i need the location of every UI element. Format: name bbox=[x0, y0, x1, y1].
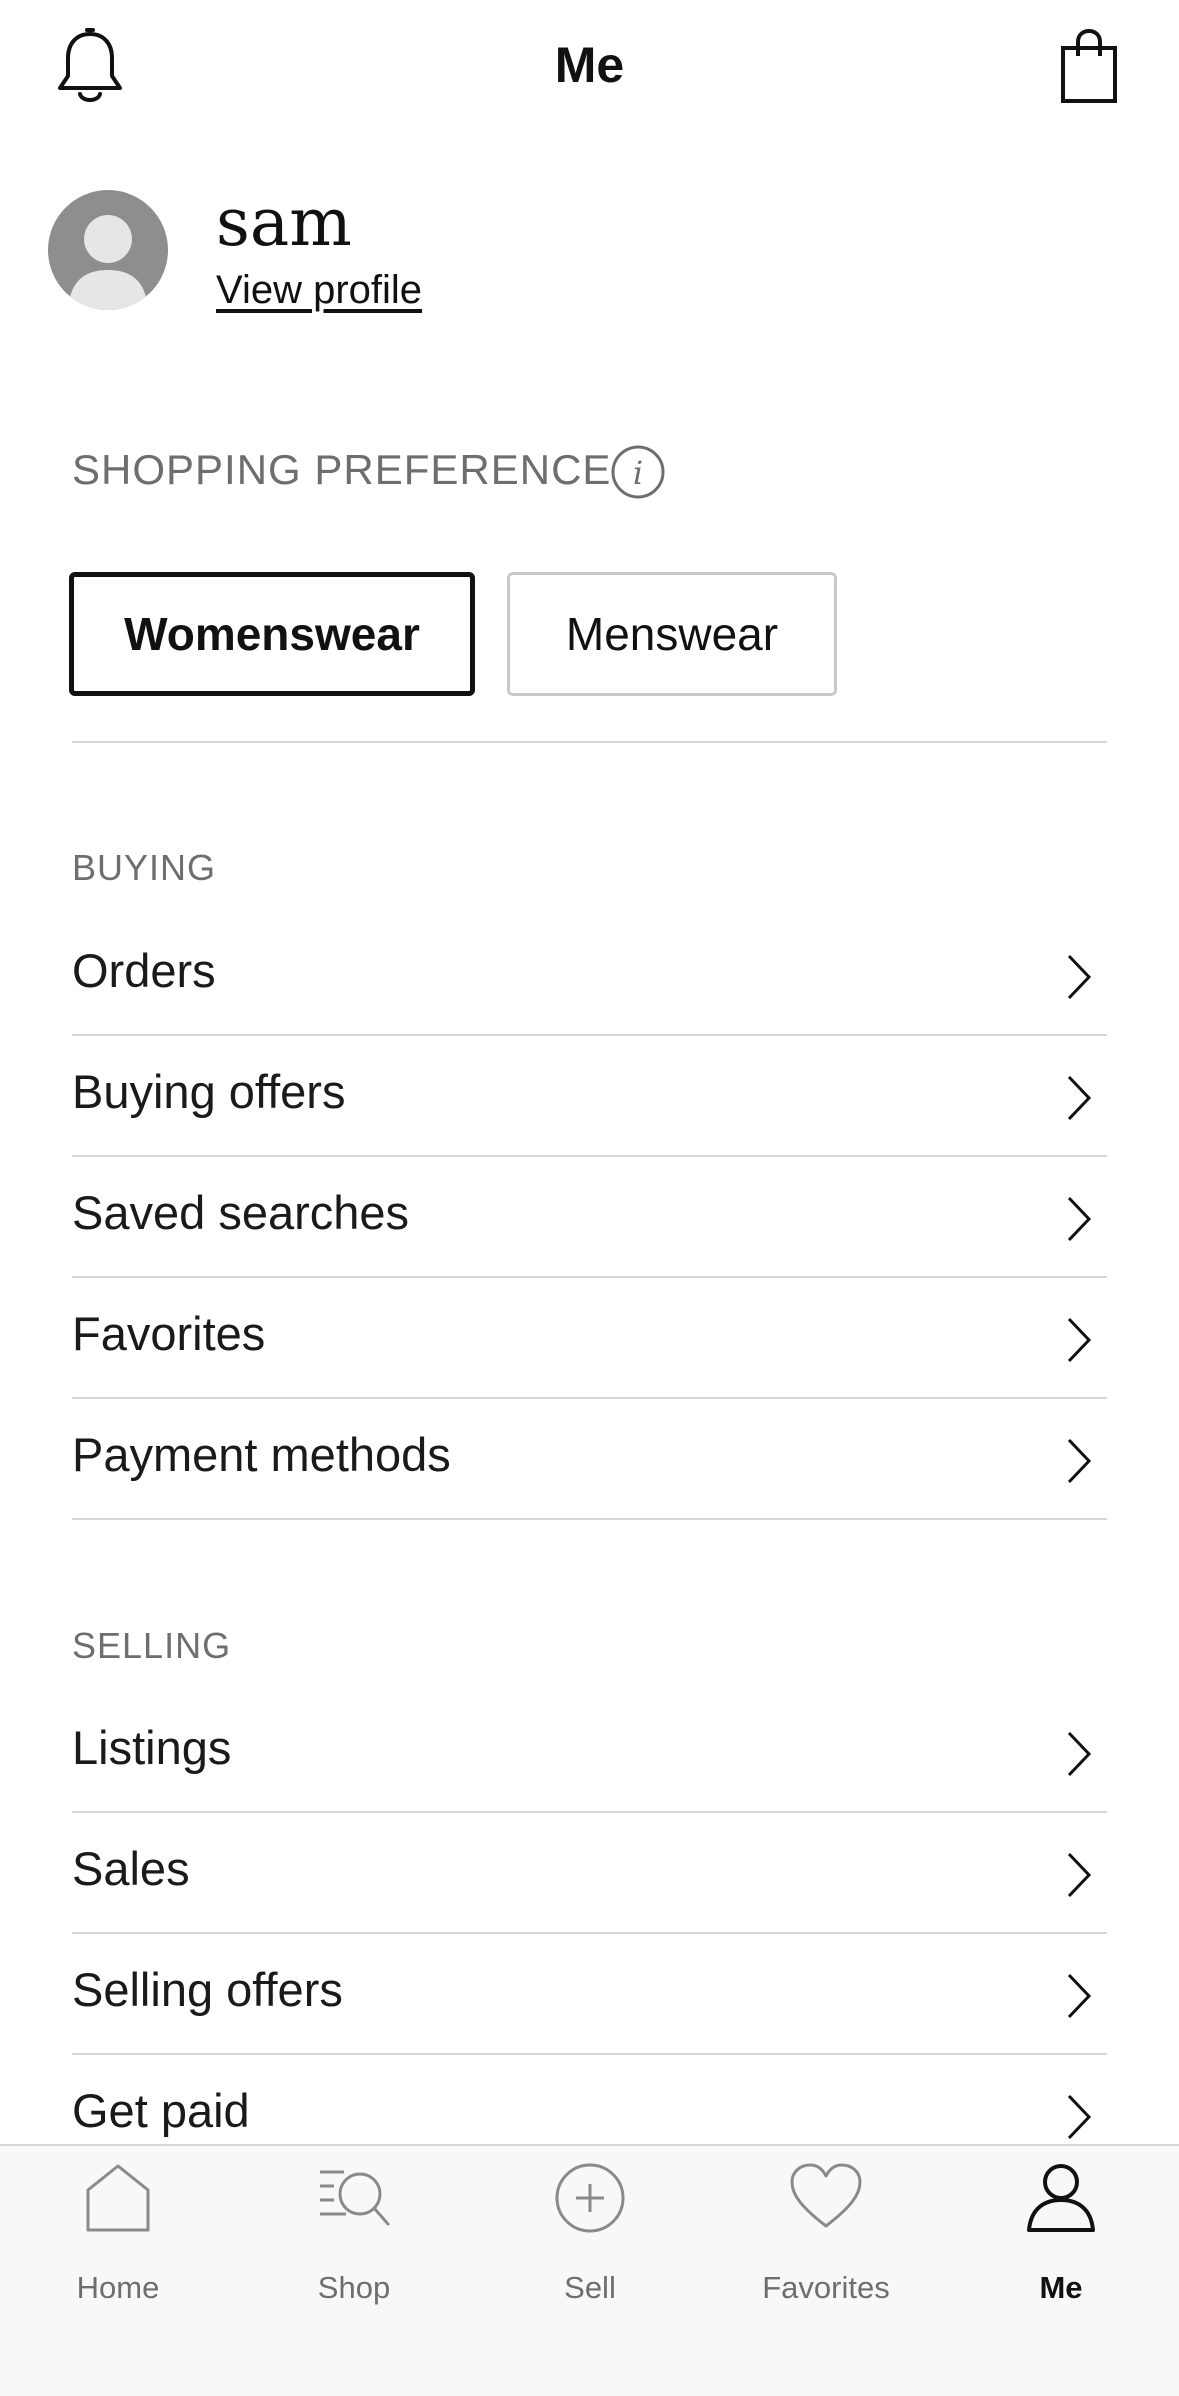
tab-label: Shop bbox=[317, 2270, 391, 2305]
divider bbox=[72, 741, 1107, 743]
profile-section: sam View profile bbox=[0, 184, 1179, 318]
buying-section-label: BUYING bbox=[72, 847, 217, 888]
info-icon[interactable]: i bbox=[610, 444, 666, 500]
chevron-right-icon bbox=[1067, 1852, 1092, 1898]
menu-item-sales[interactable]: Sales bbox=[72, 1813, 1107, 1934]
menu-item-label: Listings bbox=[72, 1721, 232, 1774]
chevron-right-icon bbox=[1067, 1317, 1092, 1363]
chevron-right-icon bbox=[1067, 2094, 1092, 2140]
menu-item-favorites[interactable]: Favorites bbox=[72, 1278, 1107, 1399]
tab-label: Me bbox=[1039, 2270, 1083, 2305]
view-profile-link[interactable]: View profile bbox=[216, 268, 422, 313]
tab-label: Home bbox=[76, 2270, 160, 2305]
chevron-right-icon bbox=[1067, 1438, 1092, 1484]
chevron-right-icon bbox=[1067, 1731, 1092, 1777]
tab-shop[interactable]: Shop bbox=[236, 2162, 472, 2312]
plus-circle-icon bbox=[555, 2163, 625, 2233]
selling-section-label: SELLING bbox=[72, 1625, 232, 1666]
menu-item-buying-offers[interactable]: Buying offers bbox=[72, 1036, 1107, 1157]
menu-item-label: Saved searches bbox=[72, 1186, 410, 1239]
tab-sell[interactable]: Sell bbox=[472, 2162, 708, 2312]
chevron-right-icon bbox=[1067, 1196, 1092, 1242]
user-avatar-icon[interactable] bbox=[48, 190, 168, 310]
tab-label: Favorites bbox=[762, 2270, 890, 2305]
heart-icon bbox=[790, 2163, 862, 2228]
chevron-right-icon bbox=[1067, 1973, 1092, 2019]
menu-item-saved-searches[interactable]: Saved searches bbox=[72, 1157, 1107, 1278]
tab-favorites[interactable]: Favorites bbox=[708, 2162, 944, 2312]
menu-item-listings[interactable]: Listings bbox=[72, 1692, 1107, 1813]
menu-item-label: Favorites bbox=[72, 1307, 266, 1360]
person-icon bbox=[1027, 2164, 1095, 2232]
chevron-right-icon bbox=[1067, 954, 1092, 1000]
womenswear-option[interactable]: Womenswear bbox=[69, 572, 475, 696]
shopping-preference-label: SHOPPING PREFERENCE bbox=[72, 446, 612, 493]
top-bar: Me bbox=[0, 0, 1179, 140]
bottom-tab-bar: Home Shop Sell Favorites Me bbox=[0, 2144, 1179, 2396]
menu-item-label: Selling offers bbox=[72, 1963, 343, 2016]
tab-me[interactable]: Me bbox=[943, 2162, 1179, 2312]
menu-item-label: Buying offers bbox=[72, 1065, 346, 1118]
menu-item-payment-methods[interactable]: Payment methods bbox=[72, 1399, 1107, 1520]
profile-name: sam bbox=[216, 184, 352, 261]
tab-label: Sell bbox=[564, 2270, 616, 2305]
menswear-option[interactable]: Menswear bbox=[507, 572, 837, 696]
tab-home[interactable]: Home bbox=[0, 2162, 236, 2312]
menu-item-label: Orders bbox=[72, 944, 216, 997]
home-icon bbox=[86, 2164, 150, 2232]
menu-item-orders[interactable]: Orders bbox=[72, 915, 1107, 1036]
search-icon bbox=[320, 2170, 390, 2226]
menu-item-selling-offers[interactable]: Selling offers bbox=[72, 1934, 1107, 2055]
shopping-bag-icon[interactable] bbox=[1060, 28, 1118, 104]
menu-item-label: Payment methods bbox=[72, 1428, 451, 1481]
page-title: Me bbox=[554, 37, 625, 93]
menu-item-label: Sales bbox=[72, 1842, 190, 1895]
menu-item-label: Get paid bbox=[72, 2084, 250, 2137]
svg-text:i: i bbox=[633, 454, 643, 492]
chevron-right-icon bbox=[1067, 1075, 1092, 1121]
